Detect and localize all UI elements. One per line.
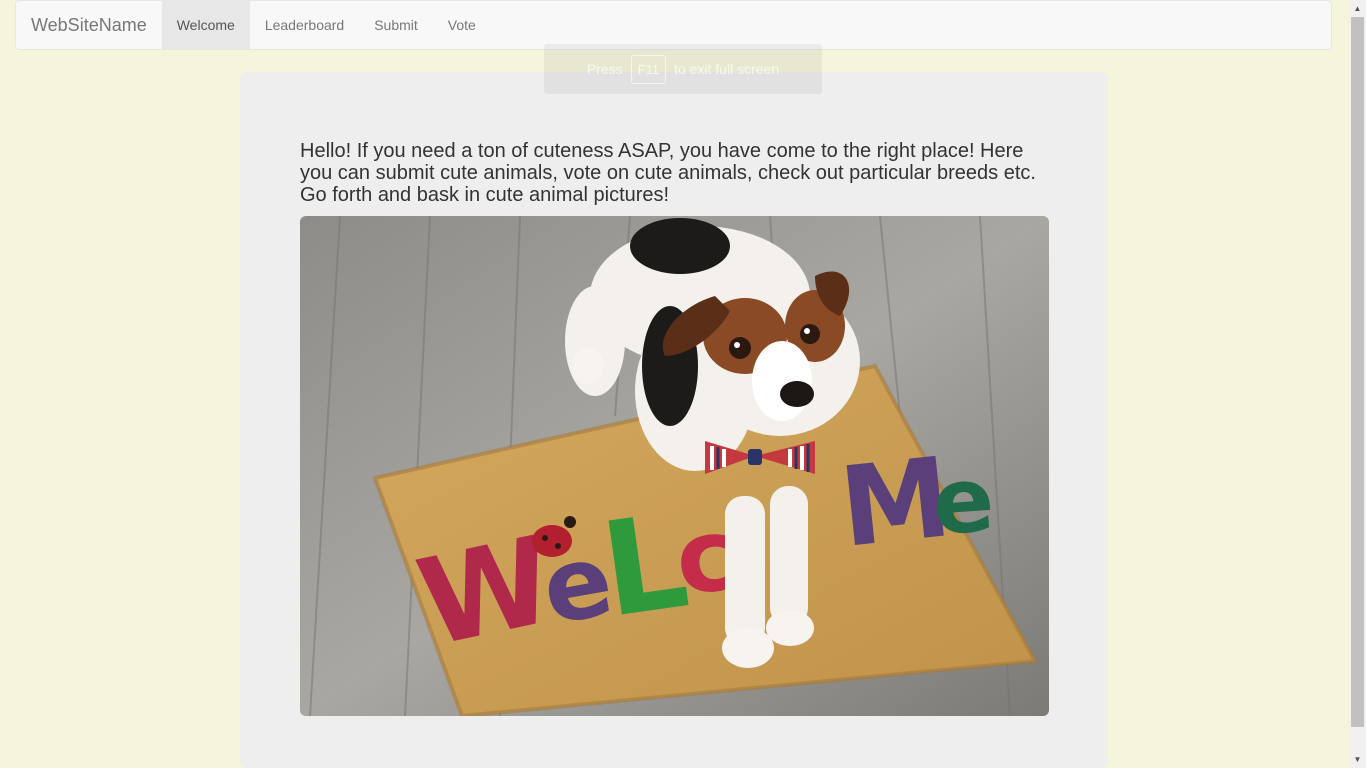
dog-welcome-picture: W e L c M e: [300, 216, 1049, 716]
fullscreen-notice: Press F11 to exit full screen: [544, 44, 822, 94]
nav-leaderboard[interactable]: Leaderboard: [250, 1, 359, 49]
svg-text:e: e: [929, 447, 997, 556]
brand-link[interactable]: WebSiteName: [16, 1, 162, 49]
nav-vote[interactable]: Vote: [433, 1, 491, 49]
intro-text: Hello! If you need a ton of cuteness ASA…: [300, 140, 1036, 206]
nav-welcome[interactable]: Welcome: [161, 1, 250, 49]
page-scrollbar[interactable]: ▲ ▼: [1349, 0, 1366, 768]
dog-welcome-image: W e L c M e: [300, 216, 1049, 716]
scroll-thumb[interactable]: [1351, 17, 1364, 727]
fullscreen-notice-press: Press: [586, 61, 623, 77]
fullscreen-notice-key: F11: [630, 54, 667, 84]
welcome-panel: Hello! If you need a ton of cuteness ASA…: [240, 72, 1108, 768]
scroll-up-arrow-icon[interactable]: ▲: [1349, 0, 1366, 17]
scroll-down-arrow-icon[interactable]: ▼: [1349, 751, 1366, 768]
top-navbar: WebSiteName Welcome Leaderboard Submit V…: [15, 0, 1332, 50]
fullscreen-notice-text: to exit full screen: [674, 61, 780, 77]
nav-submit[interactable]: Submit: [359, 1, 433, 49]
